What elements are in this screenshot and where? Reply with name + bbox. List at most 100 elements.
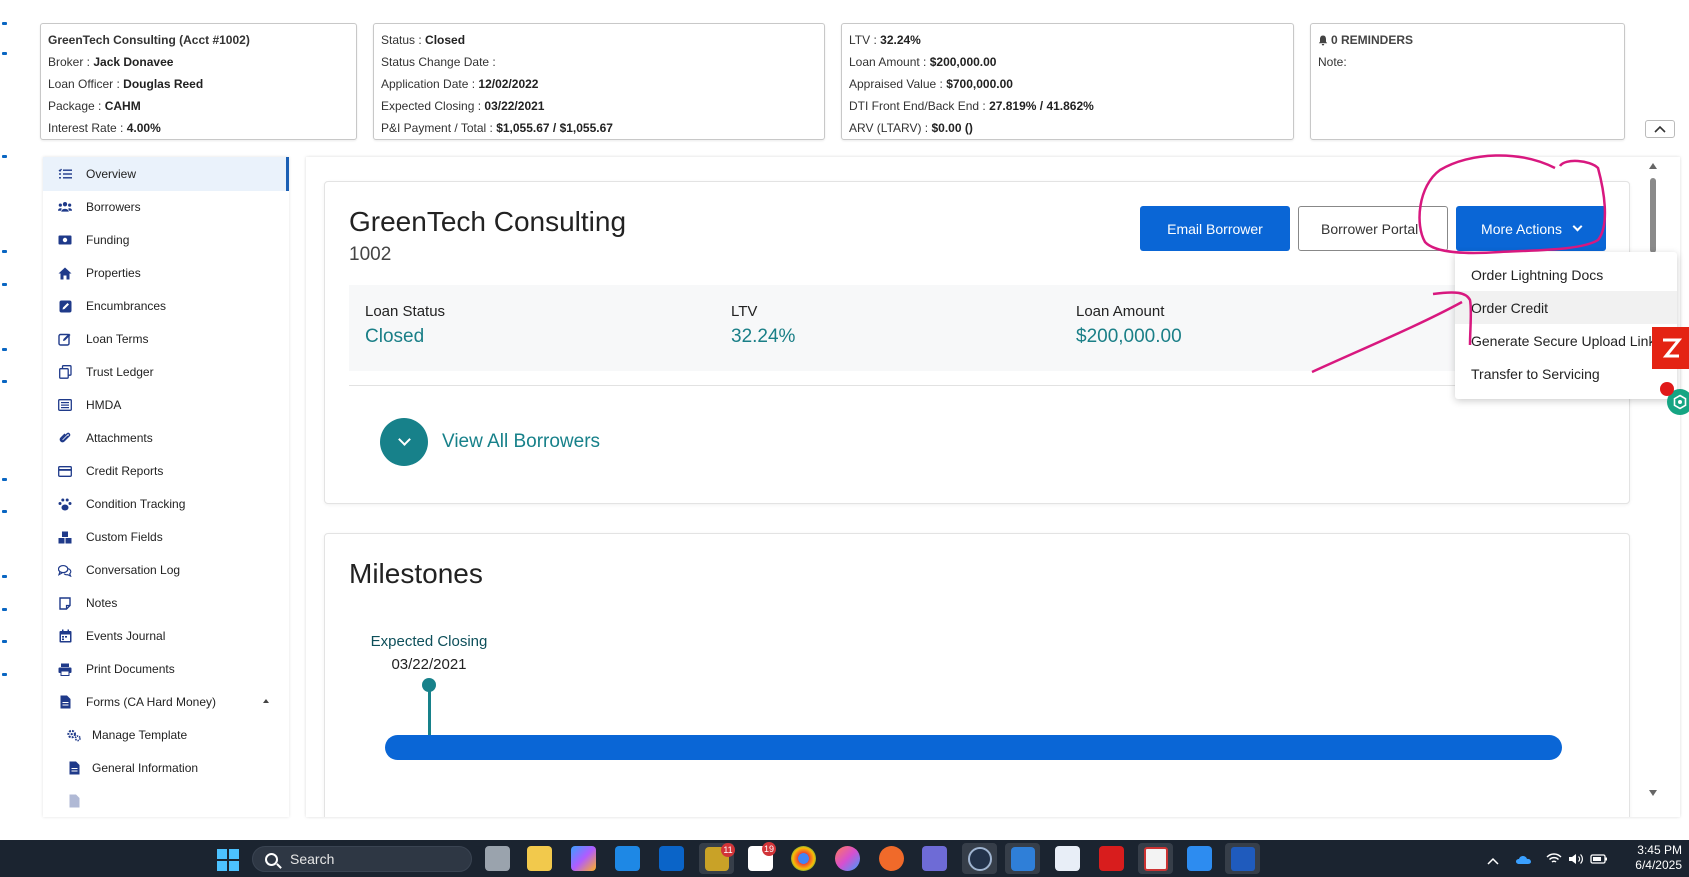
interest-rate-label: Interest Rate : xyxy=(48,121,124,135)
account-summary-box: GreenTech Consulting (Acct #1002) Broker… xyxy=(40,23,357,140)
loan-amount-value: $200,000.00 xyxy=(929,55,997,69)
wifi-icon[interactable] xyxy=(1546,852,1562,864)
paw-icon xyxy=(58,497,72,511)
app-window-pinned[interactable] xyxy=(1138,843,1173,874)
app-window: GreenTech Consulting (Acct #1002) Broker… xyxy=(0,0,1689,877)
sidebar-item-forms[interactable]: Forms (CA Hard Money) xyxy=(43,685,289,719)
file-explorer-icon[interactable] xyxy=(527,846,552,871)
snip-app[interactable] xyxy=(1005,843,1040,874)
app-purple-icon[interactable] xyxy=(922,846,947,871)
battery-icon[interactable] xyxy=(1590,852,1607,864)
taskbar-search[interactable]: Search xyxy=(252,846,472,872)
view-all-borrowers[interactable]: View All Borrowers xyxy=(380,418,600,466)
account-title: GreenTech Consulting (Acct #1002) xyxy=(48,33,250,47)
windows-start-icon[interactable] xyxy=(217,849,239,871)
sidebar-item-credit-reports[interactable]: Credit Reports xyxy=(43,454,289,488)
8x8-app[interactable]: 11 xyxy=(699,843,735,874)
onedrive-icon[interactable] xyxy=(1515,852,1531,864)
sidebar-item-borrowers[interactable]: Borrowers xyxy=(43,190,289,224)
email-borrower-button[interactable]: Email Borrower xyxy=(1140,206,1290,251)
expand-borrowers-button[interactable] xyxy=(380,418,428,466)
rail-marker[interactable] xyxy=(2,608,7,611)
rail-marker[interactable] xyxy=(2,52,7,55)
rail-marker[interactable] xyxy=(2,283,7,286)
dti-value: 27.819% / 41.862% xyxy=(989,99,1094,113)
reminders-box[interactable]: 0 REMINDERS Note: xyxy=(1310,23,1625,140)
rail-marker[interactable] xyxy=(2,380,7,383)
scroll-up-icon[interactable] xyxy=(1649,163,1657,169)
word-app[interactable] xyxy=(1225,843,1260,874)
milestone-marker[interactable] xyxy=(422,678,436,692)
stat-loan-status: Loan Status Closed xyxy=(365,303,445,348)
menu-item-generate-secure-upload-link[interactable]: Generate Secure Upload Link xyxy=(1455,324,1677,357)
status-value: Closed xyxy=(425,33,466,47)
copilot-icon[interactable] xyxy=(835,846,860,871)
sidebar-item-events-journal[interactable]: Events Journal xyxy=(43,619,289,653)
stat-loan-amount: Loan Amount $200,000.00 xyxy=(1076,303,1182,348)
rail-marker[interactable] xyxy=(2,250,7,253)
store-icon[interactable] xyxy=(615,846,640,871)
slack-icon[interactable]: 19 xyxy=(748,842,776,871)
chevron-up-icon[interactable] xyxy=(1487,852,1501,865)
sidebar-item-condition-tracking[interactable]: Condition Tracking xyxy=(43,487,289,521)
rail-marker[interactable] xyxy=(2,155,7,158)
menu-item-order-credit[interactable]: Order Credit xyxy=(1455,291,1677,324)
sidebar-item-attachments[interactable]: Attachments xyxy=(43,421,289,455)
vscode-icon[interactable] xyxy=(1187,846,1212,871)
status-change-label: Status Change Date : xyxy=(381,55,496,69)
scroll-thumb[interactable] xyxy=(1650,178,1656,253)
extension-red-widget[interactable] xyxy=(1652,327,1689,369)
remote-desktop-app[interactable] xyxy=(962,843,997,874)
sidebar-item-custom-fields[interactable]: Custom Fields xyxy=(43,520,289,554)
sidebar-item-funding[interactable]: Funding xyxy=(43,223,289,257)
more-actions-button[interactable]: More Actions xyxy=(1456,206,1606,251)
rail-marker[interactable] xyxy=(2,478,7,481)
sidebar-item-loan-terms[interactable]: Loan Terms xyxy=(43,322,289,356)
sidebar-item-partial[interactable] xyxy=(43,784,289,817)
stat-value: Closed xyxy=(365,326,425,347)
borrower-portal-button[interactable]: Borrower Portal xyxy=(1298,206,1448,251)
stat-label: Loan Status xyxy=(365,303,446,320)
sidebar-item-label: Credit Reports xyxy=(86,464,164,478)
acrobat-icon[interactable] xyxy=(1099,846,1124,871)
rail-marker[interactable] xyxy=(2,640,7,643)
rail-marker[interactable] xyxy=(2,575,7,578)
sidebar-item-properties[interactable]: Properties xyxy=(43,256,289,290)
volume-icon[interactable] xyxy=(1568,852,1583,864)
menu-item-order-lightning-docs[interactable]: Order Lightning Docs xyxy=(1455,258,1677,291)
sidebar-item-manage-template[interactable]: Manage Template xyxy=(43,718,289,752)
taskbar-clock[interactable]: 3:45 PM 6/4/2025 xyxy=(1612,843,1682,873)
sidebar-item-trust-ledger[interactable]: Trust Ledger xyxy=(43,355,289,389)
sidebar-item-overview[interactable]: Overview xyxy=(43,157,289,191)
app-orange-icon[interactable] xyxy=(879,846,904,871)
caret-up-icon[interactable] xyxy=(263,699,269,703)
sidebar-item-hmda[interactable]: HMDA xyxy=(43,388,289,422)
sidebar-item-label: General Information xyxy=(92,761,199,775)
menu-item-transfer-to-servicing[interactable]: Transfer to Servicing xyxy=(1455,357,1677,390)
more-actions-label: More Actions xyxy=(1481,220,1562,237)
view-all-borrowers-link[interactable]: View All Borrowers xyxy=(442,431,600,453)
sidebar-item-general-information[interactable]: General Information xyxy=(43,751,289,785)
appraised-value: $700,000.00 xyxy=(946,77,1013,91)
app-document-icon[interactable] xyxy=(1055,846,1080,871)
hexagon-icon xyxy=(1673,394,1687,410)
collapse-header-button[interactable] xyxy=(1645,120,1675,138)
sidebar-item-print-documents[interactable]: Print Documents xyxy=(43,652,289,686)
sidebar-item-notes[interactable]: Notes xyxy=(43,586,289,620)
scroll-down-icon[interactable] xyxy=(1649,790,1657,796)
rail-marker[interactable] xyxy=(2,348,7,351)
rail-marker[interactable] xyxy=(2,510,7,513)
task-view-icon[interactable] xyxy=(485,846,510,871)
m365-icon[interactable] xyxy=(571,846,596,871)
expected-closing-label: Expected Closing : xyxy=(381,99,482,113)
dti-label: DTI Front End/Back End : xyxy=(849,99,986,113)
outlook-icon[interactable] xyxy=(659,846,684,871)
sidebar-item-conversation-log[interactable]: Conversation Log xyxy=(43,553,289,587)
ltv-row: LTV : 32.24% xyxy=(849,29,1286,51)
chrome-icon[interactable] xyxy=(791,846,816,871)
sidebar-item-label: Attachments xyxy=(86,431,153,445)
rail-marker[interactable] xyxy=(2,673,7,676)
sidebar-item-encumbrances[interactable]: Encumbrances xyxy=(43,289,289,323)
rail-marker[interactable] xyxy=(2,22,7,25)
users-icon xyxy=(58,200,72,214)
